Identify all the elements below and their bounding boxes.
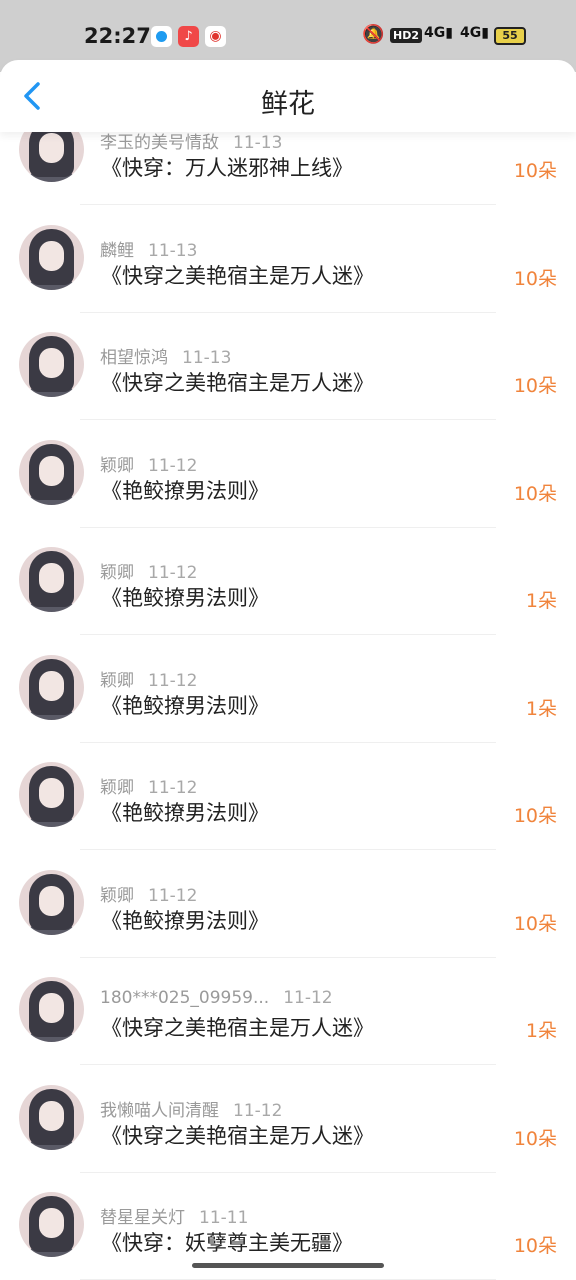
book-title[interactable]: 《艳鲛撩男法则》 xyxy=(101,690,269,720)
flower-count: 10朵 xyxy=(513,267,557,290)
avatar[interactable] xyxy=(19,224,84,290)
date: 11-12 xyxy=(233,1100,283,1121)
signal-icon: 4G▮ xyxy=(424,25,453,41)
row-meta: 麟鲤 11-13 xyxy=(100,236,197,261)
date: 11-12 xyxy=(148,885,198,906)
flower-count: 10朵 xyxy=(513,160,557,182)
username: 李玉的美号情敌 xyxy=(100,133,219,153)
battery-icon: 55 xyxy=(494,27,526,45)
book-title[interactable]: 《快穿：妖孽尊主美无疆》 xyxy=(101,1227,353,1257)
row-meta: 颖卿 11-12 xyxy=(100,451,197,476)
row-meta: 颖卿 11-12 xyxy=(100,773,197,798)
username: 颖卿 xyxy=(100,885,134,906)
date: 11-12 xyxy=(148,455,198,476)
flower-count: 1朵 xyxy=(525,590,557,612)
weibo-app-icon: ◉ xyxy=(205,26,226,47)
book-title[interactable]: 《快穿之美艳宿主是万人迷》 xyxy=(101,260,374,290)
username: 相望惊鸿 xyxy=(100,348,168,368)
avatar[interactable] xyxy=(19,762,84,827)
avatar[interactable] xyxy=(19,547,84,612)
bell-muted-icon: 🔕 xyxy=(362,24,385,45)
date: 11-12 xyxy=(148,778,198,798)
row-meta: 180***025_09959... 11-12 xyxy=(100,988,333,1008)
date: 11-13 xyxy=(148,240,198,261)
signal-label: 4G xyxy=(460,25,482,41)
date: 11-11 xyxy=(199,1208,249,1228)
row-meta: 相望惊鸿 11-13 xyxy=(100,343,231,368)
book-title[interactable]: 《快穿之美艳宿主是万人迷》 xyxy=(101,1120,374,1150)
book-title[interactable]: 《快穿之美艳宿主是万人迷》 xyxy=(101,1012,374,1042)
avatar[interactable] xyxy=(19,654,84,720)
username: 颖卿 xyxy=(100,455,134,476)
date: 11-12 xyxy=(283,988,333,1008)
row-meta: 我懒喵人间清醒 11-12 xyxy=(100,1096,282,1121)
book-title[interactable]: 《艳鲛撩男法则》 xyxy=(101,475,269,505)
flower-count: 1朵 xyxy=(525,1020,557,1042)
flower-count: 10朵 xyxy=(513,375,557,397)
avatar[interactable] xyxy=(19,439,84,505)
list-item[interactable]: 替星星关灯 11-11 《快穿：妖孽尊主美无疆》 10朵 xyxy=(0,1155,576,1280)
signal-label: 4G xyxy=(424,25,446,41)
flower-count: 10朵 xyxy=(513,482,557,505)
avatar[interactable] xyxy=(19,1192,84,1257)
music-app-icon: ♪ xyxy=(178,26,199,47)
username: 麟鲤 xyxy=(100,240,134,261)
status-time: 22:27 xyxy=(84,24,151,48)
book-title[interactable]: 《艳鲛撩男法则》 xyxy=(101,582,269,612)
flower-count: 1朵 xyxy=(525,697,557,720)
row-meta: 替星星关灯 11-11 xyxy=(100,1203,248,1228)
list-item[interactable]: 我懒喵人间清醒 11-12 《快穿之美艳宿主是万人迷》 10朵 xyxy=(0,1048,576,1173)
page-title: 鲜花 xyxy=(261,89,315,120)
avatar[interactable] xyxy=(19,332,84,397)
avatar[interactable] xyxy=(19,869,84,935)
avatar[interactable] xyxy=(19,1084,84,1150)
book-title[interactable]: 《快穿之美艳宿主是万人迷》 xyxy=(101,367,374,397)
list-item[interactable]: 颖卿 11-12 《艳鲛撩男法则》 10朵 xyxy=(0,833,576,958)
navigation-bar: 鲜花 xyxy=(0,60,576,132)
list-item[interactable]: 颖卿 11-12 《艳鲛撩男法则》 10朵 xyxy=(0,725,576,850)
avatar[interactable] xyxy=(19,977,84,1042)
username: 替星星关灯 xyxy=(100,1208,185,1228)
row-meta: 颖卿 11-12 xyxy=(100,558,197,583)
list-item[interactable]: 颖卿 11-12 《艳鲛撩男法则》 10朵 xyxy=(0,403,576,528)
row-meta: 颖卿 11-12 xyxy=(100,666,197,691)
list-item[interactable]: 180***025_09959... 11-12 《快穿之美艳宿主是万人迷》 1朵 xyxy=(0,940,576,1065)
book-title[interactable]: 《艳鲛撩男法则》 xyxy=(101,797,269,827)
list-item[interactable]: 颖卿 11-12 《艳鲛撩男法则》 1朵 xyxy=(0,510,576,635)
flower-count: 10朵 xyxy=(513,1235,557,1257)
book-title[interactable]: 《艳鲛撩男法则》 xyxy=(101,905,269,935)
signal-icon: 4G▮ xyxy=(460,25,489,41)
date: 11-12 xyxy=(148,670,198,691)
flower-count: 10朵 xyxy=(513,805,557,827)
date: 11-12 xyxy=(148,563,198,583)
date: 11-13 xyxy=(233,133,283,153)
list-item[interactable]: 颖卿 11-12 《艳鲛撩男法则》 1朵 xyxy=(0,618,576,743)
username: 颖卿 xyxy=(100,778,134,798)
list-item[interactable]: 相望惊鸿 11-13 《快穿之美艳宿主是万人迷》 10朵 xyxy=(0,295,576,420)
row-meta: 颖卿 11-12 xyxy=(100,881,197,906)
username: 颖卿 xyxy=(100,563,134,583)
username: 我懒喵人间清醒 xyxy=(100,1100,219,1121)
flower-count: 10朵 xyxy=(513,912,557,935)
username: 180***025_09959... xyxy=(100,988,270,1008)
app-notification-icon xyxy=(151,26,172,47)
list-item[interactable]: 麟鲤 11-13 《快穿之美艳宿主是万人迷》 10朵 xyxy=(0,188,576,313)
username: 颖卿 xyxy=(100,670,134,691)
flower-count: 10朵 xyxy=(513,1127,557,1150)
book-title[interactable]: 《快穿：万人迷邪神上线》 xyxy=(101,152,353,182)
hd-badge: HD2 xyxy=(390,28,422,43)
date: 11-13 xyxy=(182,348,232,368)
home-indicator[interactable] xyxy=(192,1263,384,1268)
